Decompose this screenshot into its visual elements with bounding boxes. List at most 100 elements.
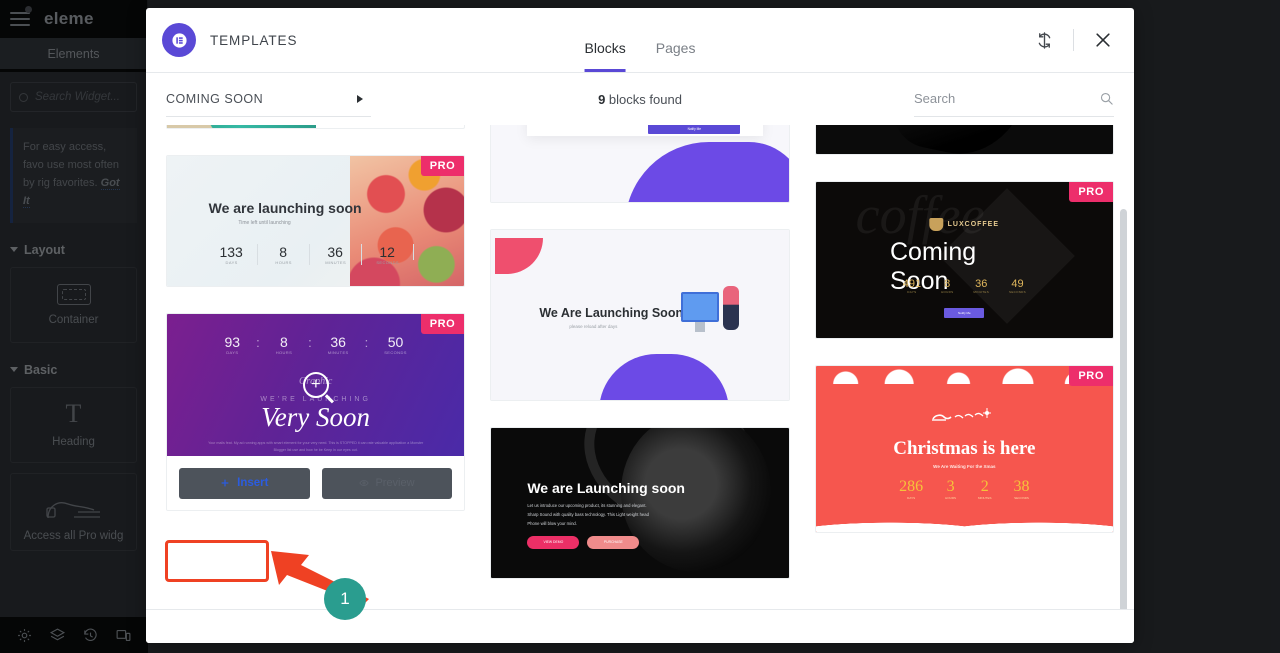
insert-button-label: Insert bbox=[237, 477, 269, 489]
template-card-desktop[interactable]: We Are Launching Soon please reload afte… bbox=[490, 229, 790, 401]
countdown-cell: 93 DAYS bbox=[225, 334, 241, 355]
countdown-unit: HOURS bbox=[945, 496, 956, 500]
fruit-heading: We are launching soon bbox=[208, 200, 362, 216]
purple-blob-shape bbox=[624, 142, 789, 202]
preview-button[interactable]: Preview bbox=[321, 467, 453, 499]
annotation-step-badge: 1 bbox=[324, 578, 366, 620]
modal-header-actions bbox=[1031, 27, 1134, 53]
modal-footer bbox=[146, 609, 1134, 643]
elementor-glyph-icon bbox=[171, 32, 187, 48]
countdown-cell: 36 MINUTES bbox=[310, 244, 362, 265]
search-icon bbox=[1100, 92, 1113, 105]
countdown-unit: MINUTES bbox=[325, 260, 347, 265]
countdown-unit: SECONDS bbox=[1014, 496, 1029, 500]
countdown-cell: 36 MINUTES bbox=[328, 334, 349, 355]
countdown-value: 491 bbox=[902, 278, 922, 290]
templates-grid: Happy LAUNCH OFFER INSIDE Coming Soon We… bbox=[146, 125, 1134, 579]
snow-bottom-shape bbox=[815, 514, 1113, 532]
results-count-number: 9 bbox=[598, 91, 606, 107]
countdown-unit: DAYS bbox=[225, 260, 238, 265]
countdown-value: 36 bbox=[975, 278, 988, 290]
countdown-value: 286 bbox=[899, 478, 924, 495]
category-selector[interactable]: COMING SOON bbox=[166, 81, 371, 117]
countdown-value: 38 bbox=[1013, 478, 1030, 495]
countdown-cell: 50 SECONDS bbox=[384, 334, 407, 355]
template-card-beach[interactable]: Happy LAUNCH OFFER INSIDE Coming Soon We… bbox=[166, 125, 466, 129]
template-card-headphones[interactable]: We are Launching soon Let us introduce o… bbox=[490, 427, 790, 579]
sand-shape bbox=[167, 125, 236, 128]
card-actions: Insert Preview bbox=[167, 456, 465, 510]
dark-swoop-art bbox=[883, 125, 1042, 154]
tab-pages[interactable]: Pages bbox=[656, 40, 696, 72]
countdown-separator: : bbox=[256, 335, 260, 350]
template-card-purple-selected[interactable]: PRO 93 DAYS : 8 HOURS : 36 MINUTES : 50 SECO… bbox=[166, 313, 466, 511]
desktop-heading: We Are Launching Soon bbox=[539, 306, 684, 320]
zoom-preview-icon[interactable]: + bbox=[302, 372, 329, 398]
template-thumbnail: Happy LAUNCH OFFER INSIDE Coming Soon We… bbox=[167, 125, 464, 128]
tab-blocks-label: Blocks bbox=[584, 40, 626, 56]
template-card-coffee[interactable]: PRO coffee LUXCOFFEE Coming Soon 491 DAYS bbox=[814, 181, 1114, 339]
santa-sleigh-icon bbox=[932, 408, 992, 421]
beach-art: Happy LAUNCH OFFER INSIDE bbox=[167, 125, 316, 128]
results-count-label: blocks found bbox=[608, 91, 682, 107]
elementor-logo-icon bbox=[162, 23, 196, 57]
countdown-cell: 38 SECONDS bbox=[1014, 478, 1030, 500]
template-thumbnail: coffee LUXCOFFEE Coming Soon 491 DAYS 8 HO… bbox=[815, 182, 1113, 338]
purple-heading: Very Soon bbox=[261, 402, 371, 432]
pink-blob-shape bbox=[495, 238, 544, 274]
bike-cta-label: Notify Me bbox=[687, 127, 702, 131]
coffee-cta-button: Notify Me bbox=[944, 308, 985, 318]
template-card-fruit[interactable]: PRO We are launching soon Time left unti… bbox=[166, 155, 466, 287]
countdown-value: 50 bbox=[387, 334, 404, 350]
countdown: 133 DAYS 8 HOURS 36 MINUTES 12 SECONDS bbox=[206, 244, 414, 265]
countdown-value: 2 bbox=[980, 478, 989, 495]
countdown-unit: DAYS bbox=[907, 496, 916, 500]
templates-scroll-area[interactable]: Happy LAUNCH OFFER INSIDE Coming Soon We… bbox=[146, 125, 1134, 609]
vertical-scrollbar[interactable] bbox=[1120, 209, 1127, 609]
play-arrow-icon bbox=[357, 94, 363, 103]
headphones-heading: We are Launching soon bbox=[527, 480, 685, 496]
countdown-cell: 8 HOURS bbox=[276, 334, 292, 355]
countdown-separator: : bbox=[308, 335, 312, 350]
tab-blocks[interactable]: Blocks bbox=[584, 40, 626, 72]
purple-paragraph: Your mails feat. My ad running apps with… bbox=[208, 441, 424, 452]
results-count: 9 blocks found bbox=[598, 92, 682, 107]
search-input[interactable] bbox=[914, 91, 1099, 106]
countdown-unit: DAYS bbox=[907, 290, 917, 294]
fruit-sub: Time left until launching bbox=[238, 220, 291, 226]
insert-button[interactable]: Insert bbox=[179, 467, 310, 499]
tab-pages-label: Pages bbox=[655, 40, 696, 56]
template-thumbnail: We are launching soon Time left until la… bbox=[167, 156, 465, 286]
person-illustration bbox=[723, 286, 740, 330]
countdown-cell: 8 HOURS bbox=[258, 244, 310, 265]
refresh-icon[interactable] bbox=[1031, 27, 1057, 53]
modal-header: TEMPLATES Blocks Pages bbox=[146, 8, 1134, 73]
headphones-primary-label: VIEW DEMO bbox=[543, 540, 564, 544]
countdown-value: 133 bbox=[206, 244, 258, 260]
search-box[interactable] bbox=[914, 81, 1114, 117]
template-card-almost-here[interactable]: We Are Almost Here Lorem ipsum dolor sit… bbox=[814, 125, 1114, 155]
countdown-unit: MINUTES bbox=[973, 290, 990, 294]
close-icon[interactable] bbox=[1090, 27, 1116, 53]
countdown-cell: 286 DAYS bbox=[899, 478, 923, 500]
monitor-illustration bbox=[681, 292, 720, 322]
template-thumbnail: We Are Launching Soon please reload afte… bbox=[491, 230, 789, 400]
modal-title: TEMPLATES bbox=[210, 32, 298, 48]
countdown-cell: 133 DAYS bbox=[206, 244, 258, 265]
template-thumbnail: We are Launching soon Let us introduce o… bbox=[491, 428, 789, 578]
template-card-christmas[interactable]: PRO Christmas is here We Are Waiting For… bbox=[814, 365, 1114, 533]
countdown-unit: HOURS bbox=[941, 290, 954, 294]
template-thumbnail: Christmas is here We Are Waiting For the… bbox=[815, 366, 1113, 532]
bike-cta-button: Notify Me bbox=[648, 125, 741, 134]
countdown-cell: 2 MINUTES bbox=[978, 478, 992, 500]
coffee-brand: LUXCOFFEE bbox=[929, 218, 999, 231]
template-thumbnail: We Are Almost Here Lorem ipsum dolor sit… bbox=[815, 125, 1113, 154]
countdown: 286 DAYS 3 HOURS 2 MINUTES 38 SECONDS bbox=[899, 478, 1029, 500]
countdown-unit: SECONDS bbox=[376, 260, 399, 265]
coffee-cta-label: Notify Me bbox=[957, 311, 971, 315]
plus-icon bbox=[221, 479, 229, 487]
countdown-cell: 49 SECONDS bbox=[1009, 278, 1026, 294]
template-thumbnail: Soon Lorem ipsum dolor sit amet, consect… bbox=[491, 125, 789, 202]
countdown-cell: 491 DAYS bbox=[903, 278, 921, 294]
template-card-bike[interactable]: Soon Lorem ipsum dolor sit amet, consect… bbox=[490, 125, 790, 203]
